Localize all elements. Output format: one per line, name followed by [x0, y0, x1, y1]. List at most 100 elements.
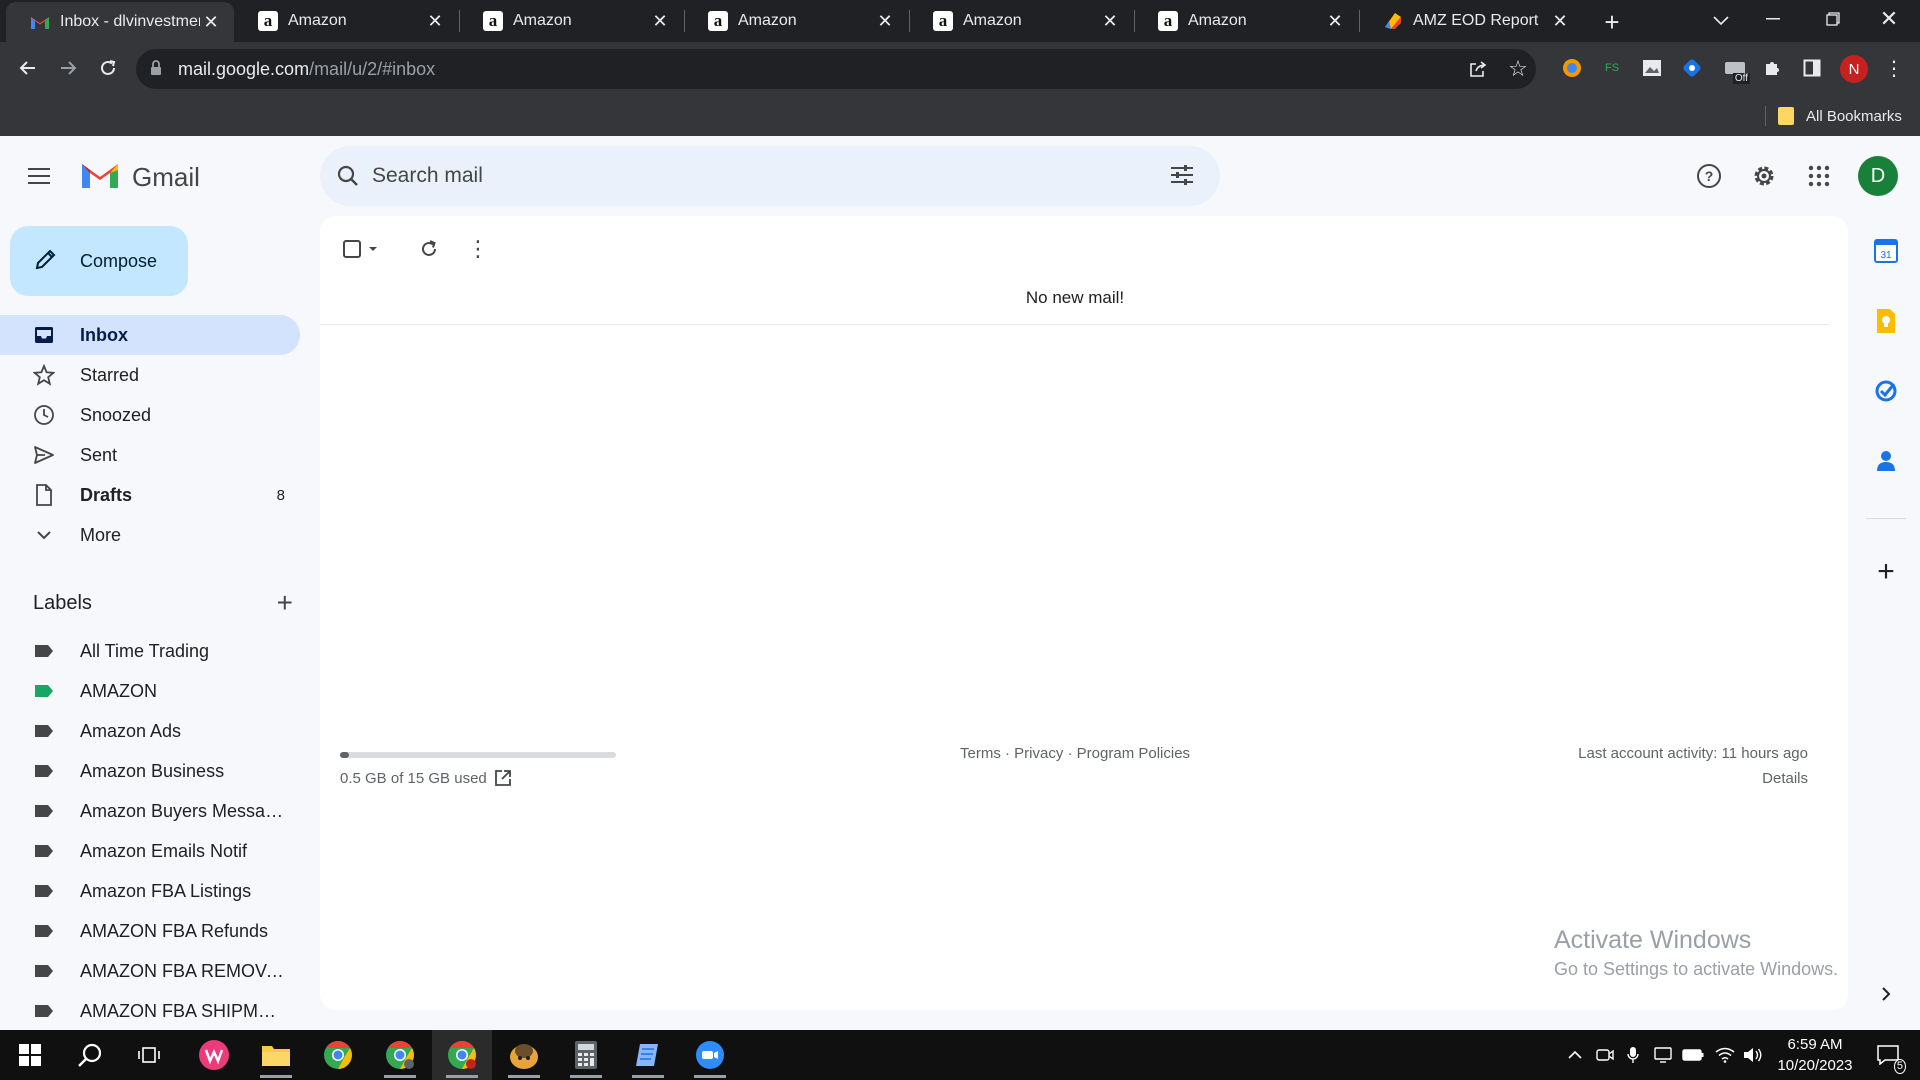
search-input[interactable] — [372, 146, 1152, 206]
footer-links[interactable]: Terms · Privacy · Program Policies — [960, 745, 1190, 762]
extensions-puzzle-icon[interactable] — [1760, 56, 1784, 80]
camera-icon[interactable] — [1592, 1030, 1618, 1080]
extension-off-icon[interactable]: Off — [1720, 54, 1750, 84]
label-item[interactable]: AMAZON FBA Refunds — [0, 911, 300, 951]
chrome-menu-icon[interactable]: ⋮ — [1882, 56, 1906, 80]
sidebar-item-sent[interactable]: Sent — [0, 435, 300, 475]
label-item[interactable]: Amazon Emails Notif — [0, 831, 300, 871]
microphone-icon[interactable] — [1620, 1030, 1646, 1080]
share-icon[interactable] — [1466, 57, 1490, 81]
windows-start-icon[interactable] — [0, 1030, 60, 1080]
close-icon[interactable]: ✕ — [424, 11, 446, 32]
tab-amazon[interactable]: a Amazon ✕ — [459, 0, 683, 42]
calculator-icon[interactable] — [556, 1030, 616, 1080]
sidebar-item-drafts[interactable]: Drafts 8 — [0, 475, 300, 515]
close-window-button[interactable]: ✕ — [1872, 4, 1906, 34]
label-item[interactable]: Amazon Business — [0, 751, 300, 791]
extension-icon-circle[interactable] — [1560, 56, 1584, 80]
minimize-button[interactable] — [1756, 4, 1790, 34]
search-icon[interactable] — [336, 164, 360, 193]
wps-office-icon[interactable] — [184, 1030, 244, 1080]
restore-button[interactable] — [1816, 4, 1850, 34]
refresh-icon[interactable] — [414, 234, 444, 264]
windows-taskbar: 6:59 AM 10/20/2023 5 — [0, 1030, 1920, 1080]
taskbar-clock[interactable]: 6:59 AM 10/20/2023 — [1765, 1034, 1865, 1076]
task-view-icon[interactable] — [120, 1030, 180, 1080]
sidebar-item-more[interactable]: More — [0, 515, 300, 555]
windows-search-icon[interactable] — [60, 1030, 120, 1080]
label-item[interactable]: Amazon Ads — [0, 711, 300, 751]
notepad-app-icon[interactable] — [618, 1030, 678, 1080]
tab-title: Amazon — [1188, 12, 1247, 29]
tab-amazon[interactable]: a Amazon ✕ — [1134, 0, 1358, 42]
add-addon-icon[interactable]: + — [1871, 555, 1901, 588]
help-icon[interactable]: ? — [1693, 160, 1725, 192]
apps-grid-icon[interactable] — [1803, 160, 1835, 192]
tab-amazon[interactable]: a Amazon ✕ — [234, 0, 458, 42]
label-item[interactable]: AMAZON FBA SHIPMEN... — [0, 991, 300, 1031]
chrome-profile-avatar[interactable]: N — [1840, 55, 1868, 83]
drafts-count-badge: 8 — [276, 486, 285, 504]
label-item[interactable]: All Time Trading — [0, 631, 300, 671]
label-item[interactable]: AMAZON — [0, 671, 300, 711]
battery-icon[interactable] — [1680, 1030, 1706, 1080]
new-tab-button[interactable]: + — [1596, 6, 1628, 38]
app-character-icon[interactable] — [494, 1030, 554, 1080]
tab-gmail-inbox[interactable]: Inbox - dlvinvestmen ✕ — [6, 2, 234, 42]
main-menu-button[interactable] — [28, 160, 60, 192]
extension-image-icon[interactable] — [1640, 56, 1664, 80]
extension-fs-icon[interactable]: FS — [1600, 56, 1624, 80]
close-icon[interactable]: ✕ — [1099, 11, 1121, 32]
side-panel-icon[interactable] — [1800, 56, 1824, 80]
file-explorer-icon[interactable] — [246, 1030, 306, 1080]
select-all-checkbox[interactable] — [340, 234, 384, 264]
notification-center-icon[interactable]: 5 — [1868, 1030, 1908, 1080]
zoom-icon[interactable] — [680, 1030, 740, 1080]
back-button[interactable] — [12, 52, 44, 84]
chevron-right-icon[interactable] — [1871, 979, 1901, 1009]
tab-amazon[interactable]: a Amazon ✕ — [684, 0, 908, 42]
settings-gear-icon[interactable] — [1748, 160, 1780, 192]
label-item[interactable]: AMAZON FBA REMOVAL — [0, 951, 300, 991]
google-calendar-icon[interactable]: 31 — [1871, 236, 1901, 266]
search-bar — [320, 146, 1220, 206]
sidebar-item-snoozed[interactable]: Snoozed — [0, 395, 300, 435]
google-keep-icon[interactable] — [1871, 306, 1901, 336]
reload-button[interactable] — [92, 52, 124, 84]
google-contacts-icon[interactable] — [1871, 446, 1901, 476]
sidebar-item-inbox[interactable]: Inbox — [0, 315, 300, 355]
screen-share-icon[interactable] — [1650, 1030, 1676, 1080]
close-icon[interactable]: ✕ — [200, 12, 222, 33]
compose-button[interactable]: Compose — [10, 226, 188, 296]
forward-button[interactable] — [52, 52, 84, 84]
address-bar[interactable]: mail.google.com/mail/u/2/#inbox ☆ — [136, 49, 1536, 89]
extension-blue-icon[interactable] — [1680, 56, 1704, 80]
tab-amazon[interactable]: a Amazon ✕ — [909, 0, 1133, 42]
tab-title: Inbox - dlvinvestmen — [60, 13, 200, 30]
chrome-active-icon[interactable] — [432, 1030, 492, 1080]
tab-amz-eod-report[interactable]: AMZ EOD Report ✕ — [1359, 0, 1583, 42]
chrome-icon[interactable] — [308, 1030, 368, 1080]
volume-icon[interactable] — [1740, 1030, 1766, 1080]
all-bookmarks-button[interactable]: All Bookmarks — [1778, 104, 1902, 128]
sidebar-item-starred[interactable]: Starred — [0, 355, 300, 395]
tab-search-icon[interactable] — [1706, 6, 1736, 36]
google-tasks-icon[interactable] — [1871, 376, 1901, 406]
wifi-icon[interactable] — [1712, 1030, 1738, 1080]
show-hidden-icons-button[interactable] — [1562, 1030, 1588, 1080]
chrome-profile-icon[interactable] — [370, 1030, 430, 1080]
label-item[interactable]: Amazon FBA Listings — [0, 871, 300, 911]
close-icon[interactable]: ✕ — [874, 11, 896, 32]
account-avatar[interactable]: D — [1858, 156, 1898, 196]
close-icon[interactable]: ✕ — [1549, 11, 1571, 32]
close-icon[interactable]: ✕ — [1324, 11, 1346, 32]
add-label-button[interactable]: + — [277, 587, 293, 619]
close-icon[interactable]: ✕ — [649, 11, 671, 32]
gmail-logo[interactable]: Gmail — [80, 160, 200, 194]
search-options-icon[interactable] — [1170, 164, 1194, 191]
more-options-icon[interactable]: ⋮ — [463, 234, 493, 264]
label-item[interactable]: Amazon Buyers Messag... — [0, 791, 300, 831]
details-link[interactable]: Details — [1762, 770, 1808, 787]
open-storage-icon[interactable] — [494, 769, 514, 789]
bookmark-star-icon[interactable]: ☆ — [1506, 56, 1530, 81]
